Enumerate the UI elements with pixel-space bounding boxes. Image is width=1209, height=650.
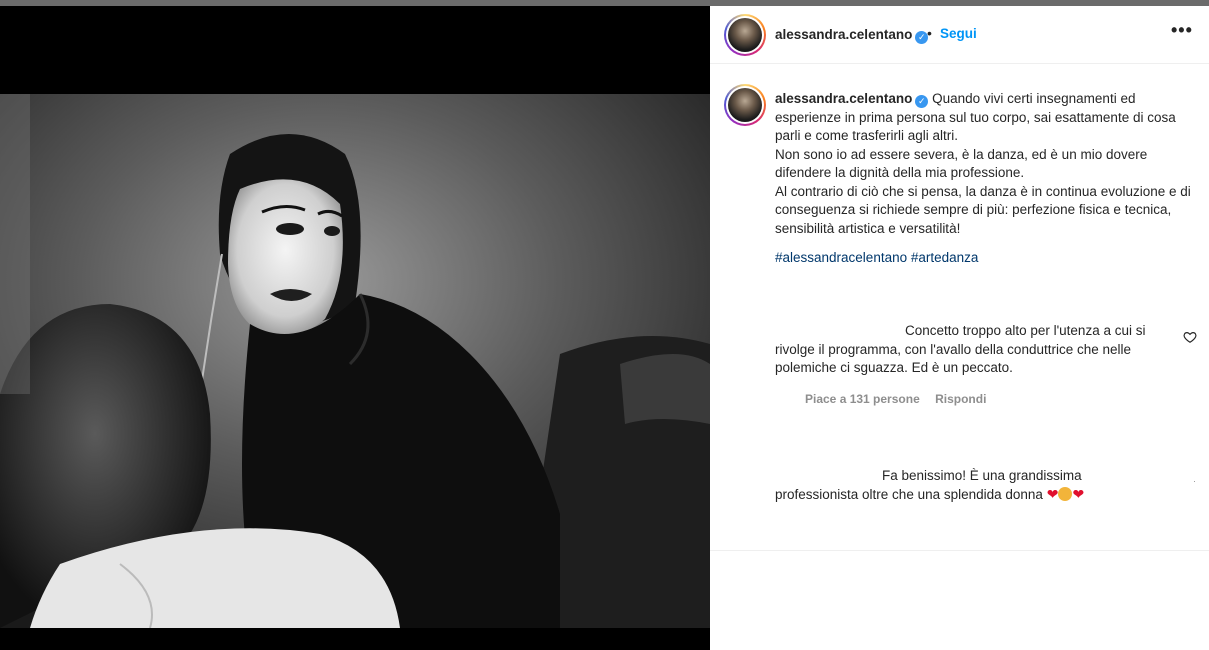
- caption-author-avatar-image: [728, 88, 762, 122]
- caption-text-2: Non sono io ad essere severa, è la danza…: [775, 146, 1148, 181]
- author-username-header[interactable]: alessandra.celentano ✓: [775, 27, 929, 44]
- verified-badge-icon: ✓: [915, 95, 929, 108]
- caption-username[interactable]: alessandra.celentano: [775, 91, 912, 106]
- author-avatar-image: [728, 18, 762, 52]
- hashtag-link[interactable]: #artedanza: [911, 250, 979, 265]
- comment-item: Fa benissimo! È una grandissima professi…: [775, 466, 1175, 504]
- comment-likes-count[interactable]: Piace a 131 persone: [805, 392, 920, 406]
- comment-text-rest: professionista oltre che una splendida d…: [775, 487, 1043, 502]
- post-media[interactable]: [0, 6, 710, 650]
- divider: [710, 550, 1209, 551]
- author-username-text[interactable]: alessandra.celentano: [775, 27, 912, 42]
- caption-line-1: alessandra.celentano ✓ Quando vivi certi …: [775, 90, 1200, 146]
- comment-mark: ·: [1193, 476, 1196, 486]
- red-heart-emoji: ❤: [1046, 486, 1059, 502]
- caption-hashtags: #alessandracelentano #artedanza: [775, 250, 978, 265]
- header-separator: •: [927, 25, 932, 41]
- caption-text-3: Al contrario di ciò che si pensa, la dan…: [775, 183, 1191, 236]
- comment-text-rest-wrapper: professionista oltre che una splendida d…: [775, 485, 1175, 504]
- post-header: alessandra.celentano ✓ • Segui •••: [710, 6, 1209, 64]
- post-side-panel: alessandra.celentano ✓ • Segui ••• alessa…: [710, 6, 1209, 650]
- red-heart-emoji: ❤: [1072, 486, 1085, 502]
- more-options-icon[interactable]: •••: [1171, 20, 1193, 41]
- heart-outline-icon[interactable]: [1183, 330, 1197, 344]
- comment-text-line1: Fa benissimo! È una grandissima: [882, 468, 1082, 483]
- clapping-hands-emoji: [1058, 487, 1073, 501]
- hashtag-link[interactable]: #alessandracelentano: [775, 250, 907, 265]
- post-caption: alessandra.celentano ✓ Quando vivi certi …: [775, 90, 1200, 238]
- comment-text-rest: rivolge il programma, con l'avallo della…: [775, 341, 1132, 376]
- comment-meta: Piace a 131 persone Rispondi: [805, 392, 998, 406]
- caption-author-avatar[interactable]: [724, 84, 766, 126]
- instagram-post-window: alessandra.celentano ✓ • Segui ••• alessa…: [0, 0, 1209, 650]
- post-photo: [0, 94, 710, 628]
- comment-text-line1: Concetto troppo alto per l'utenza a cui …: [905, 323, 1146, 338]
- follow-button[interactable]: Segui: [940, 26, 977, 41]
- reply-button[interactable]: Rispondi: [935, 392, 986, 406]
- author-avatar[interactable]: [724, 14, 766, 56]
- comment-item: Concetto troppo alto per l'utenza a cui …: [775, 322, 1175, 378]
